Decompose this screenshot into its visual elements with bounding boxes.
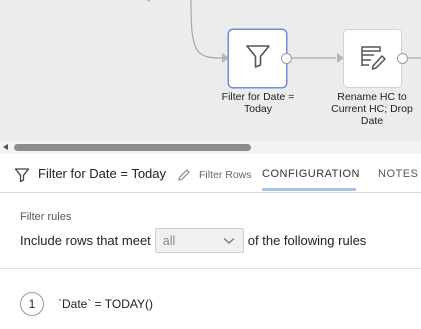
rule-match-prefix: Include rows that meet <box>20 233 151 248</box>
rename-node-caption: Rename HC to Current HC; Drop Date <box>331 91 413 127</box>
rule-match-suffix: of the following rules <box>247 233 367 248</box>
filter-node-caption: Filter for Date = Today <box>221 91 295 115</box>
tab-notes[interactable]: NOTES <box>378 168 418 188</box>
filter-node[interactable] <box>229 30 286 87</box>
match-mode-value: all <box>162 233 176 248</box>
scroll-left-arrow-icon[interactable] <box>3 144 8 150</box>
filter-icon <box>244 42 272 75</box>
match-mode-select[interactable]: all <box>154 228 244 253</box>
filter-rules-heading: Filter rules <box>20 211 72 223</box>
filter-node-input-port[interactable] <box>222 53 229 63</box>
rule-item[interactable]: 1 `Date` = TODAY() <box>20 290 153 317</box>
rule-match-row: Include rows that meet all of the follow… <box>20 227 366 254</box>
edit-pencil-icon[interactable] <box>177 168 191 187</box>
scrollbar-thumb[interactable] <box>14 144 251 151</box>
tab-configuration[interactable]: CONFIGURATION <box>262 168 359 191</box>
rename-node-input-port[interactable] <box>337 53 344 63</box>
divider <box>0 268 421 269</box>
table-edit-icon <box>358 42 388 75</box>
filter-icon <box>14 167 30 188</box>
rename-node[interactable] <box>344 30 401 87</box>
chevron-down-icon <box>223 234 235 248</box>
step-panel-header: Filter for Date = Today Filter Rows CONF… <box>0 154 421 193</box>
rule-number-badge: 1 <box>20 291 44 316</box>
step-type-label: Filter Rows <box>199 169 252 181</box>
step-title[interactable]: Filter for Date = Today <box>38 166 166 181</box>
rule-expression[interactable]: `Date` = TODAY() <box>58 297 153 311</box>
filter-node-output-port[interactable] <box>281 53 292 64</box>
rename-node-output-port[interactable] <box>397 53 408 64</box>
workflow-canvas[interactable]: Filter for Date = Today Rename HC to Cur… <box>0 0 421 141</box>
canvas-horizontal-scrollbar[interactable] <box>0 141 421 154</box>
